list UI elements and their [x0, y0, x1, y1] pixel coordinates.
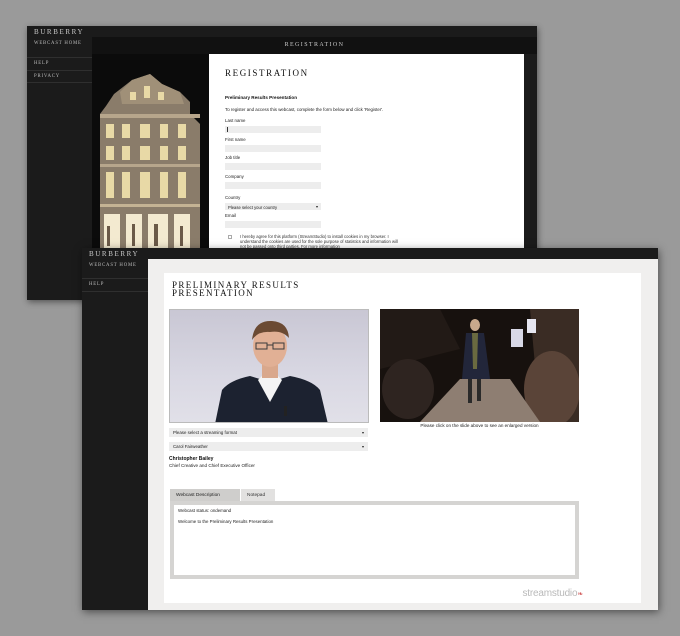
sidebar-nav: WEBCAST HOME HELP PRIVACY [27, 37, 92, 83]
speaker-select-value: Carol Fairweather [173, 444, 208, 449]
slide-caption: Please click on the slide above to see a… [420, 423, 539, 428]
building-photo [92, 54, 209, 273]
company-label: Company [225, 174, 244, 179]
description-content: Webcast status: ondemand Welcome to the … [174, 505, 575, 575]
chevron-down-icon: ▾ [315, 204, 318, 209]
logo-mark-icon: ❧ [577, 591, 583, 598]
form-subtitle: Preliminary Results Presentation [225, 95, 297, 100]
slide-viewer[interactable] [380, 309, 579, 422]
country-select-value: Please select your country [228, 204, 278, 210]
tab-webcast-description[interactable]: Webcast Description [170, 489, 240, 501]
header-bar: REGISTRATION [92, 37, 537, 54]
welcome-text: Welcome to the Preliminary Results Prese… [178, 519, 274, 524]
email-label: Email [225, 213, 236, 218]
last-name-label: Last name [225, 118, 246, 123]
streamstudio-wordmark: streamstudio [522, 588, 578, 599]
stream-format-select[interactable]: Please select a streaming format ▾ [169, 428, 368, 437]
video-player[interactable] [169, 309, 369, 423]
email-input[interactable] [225, 221, 321, 228]
company-input[interactable] [225, 182, 321, 189]
nav-webcast-home[interactable]: WEBCAST HOME [82, 259, 148, 279]
webcast-panel: PRELIMINARY RESULTS PRESENTATION Please … [164, 273, 641, 603]
job-title-label: Job title [225, 155, 241, 160]
speaker-video-frame [215, 320, 328, 422]
first-name-input[interactable] [225, 145, 321, 152]
webcast-window: BURBERRY WEBCAST HOME HELP PRELIMINARY R… [82, 248, 658, 610]
nav-help[interactable]: HELP [27, 58, 92, 71]
sidebar-nav: WEBCAST HOME HELP [82, 259, 148, 292]
consent-checkbox[interactable] [228, 235, 232, 239]
stream-format-value: Please select a streaming format [173, 430, 237, 435]
form-title: REGISTRATION [225, 68, 309, 78]
page-title-line-2: PRESENTATION [172, 288, 255, 298]
chevron-down-icon: ▾ [361, 444, 364, 449]
consent-text: I hereby agree for this platform (Stream… [240, 234, 398, 249]
page-title: PRELIMINARY RESULTS PRESENTATION [172, 281, 300, 298]
country-select[interactable]: Please select your country ▾ [225, 203, 321, 210]
streamstudio-logo: streamstudio❧ [522, 588, 583, 599]
description-box: Webcast status: ondemand Welcome to the … [170, 501, 579, 579]
nav-help[interactable]: HELP [82, 279, 148, 292]
job-title-input[interactable] [225, 163, 321, 170]
nav-webcast-home[interactable]: WEBCAST HOME [27, 37, 92, 58]
header-title: REGISTRATION [284, 42, 345, 48]
chevron-down-icon: ▾ [361, 430, 364, 435]
speaker-select[interactable]: Carol Fairweather ▾ [169, 442, 368, 451]
last-name-input[interactable] [225, 126, 321, 133]
speaker-role: Chief Creative and Chief Executive Offic… [169, 463, 255, 468]
form-intro: To register and access this webcast, com… [225, 107, 384, 112]
first-name-label: First name [225, 137, 246, 142]
speaker-name: Christopher Bailey [169, 456, 214, 462]
text-caret [227, 127, 228, 132]
burberry-logo: BURBERRY [34, 28, 85, 36]
webcast-status: Webcast status: ondemand [178, 508, 232, 513]
country-label: Country [225, 195, 241, 200]
tab-notepad[interactable]: Notepad [241, 489, 275, 501]
burberry-logo: BURBERRY [89, 250, 140, 258]
main-content: PRELIMINARY RESULTS PRESENTATION Please … [148, 259, 658, 610]
nav-privacy[interactable]: PRIVACY [27, 71, 92, 83]
registration-form: REGISTRATION Preliminary Results Present… [209, 54, 524, 272]
runway-slide-image [380, 309, 579, 422]
